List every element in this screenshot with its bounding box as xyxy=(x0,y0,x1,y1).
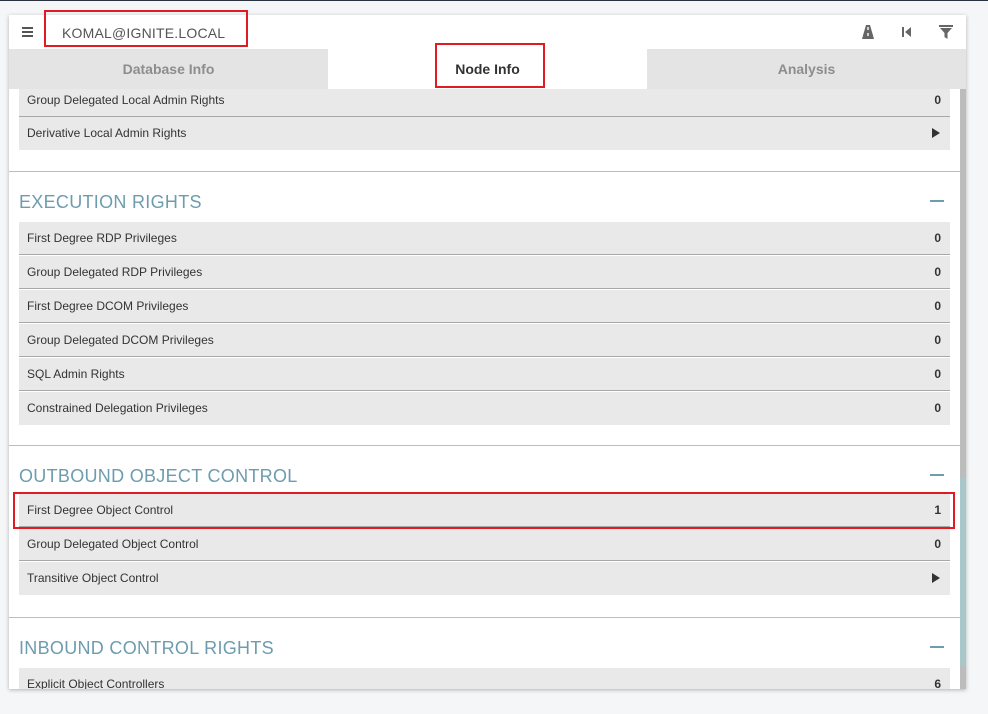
row-value: 0 xyxy=(934,231,941,245)
tab-node-info[interactable]: Node Info xyxy=(328,49,647,89)
collapse-outbound-control-button[interactable] xyxy=(929,467,945,483)
row-value: 0 xyxy=(934,299,941,313)
collapse-inbound-control-button[interactable] xyxy=(929,639,945,655)
row-label: Explicit Object Controllers xyxy=(27,677,165,689)
window-top-edge xyxy=(0,0,988,1)
row-group-delegated-dcom[interactable]: Group Delegated DCOM Privileges 0 xyxy=(19,324,950,357)
row-first-degree-dcom[interactable]: First Degree DCOM Privileges 0 xyxy=(19,290,950,323)
menu-button[interactable] xyxy=(18,21,38,43)
section-divider xyxy=(9,171,960,172)
collapse-execution-rights-button[interactable] xyxy=(929,193,945,209)
section-title-execution-rights: EXECUTION RIGHTS xyxy=(19,192,202,212)
row-label: First Degree DCOM Privileges xyxy=(27,299,189,313)
back-button[interactable] xyxy=(898,23,916,41)
node-info-content[interactable]: Group Delegated Local Admin Rights 0 Der… xyxy=(9,89,966,689)
expand-arrow-icon[interactable] xyxy=(932,128,940,138)
row-label: Group Delegated Object Control xyxy=(27,537,199,551)
section-title-outbound-control: OUTBOUND OBJECT CONTROL xyxy=(19,466,298,486)
row-first-degree-rdp[interactable]: First Degree RDP Privileges 0 xyxy=(19,222,950,255)
row-value: 1 xyxy=(934,503,941,517)
minus-icon xyxy=(930,646,944,648)
row-label: Group Delegated DCOM Privileges xyxy=(27,333,214,347)
filter-icon xyxy=(939,25,953,39)
row-first-degree-object-control[interactable]: First Degree Object Control 1 xyxy=(19,494,950,527)
tab-bar: Database Info Node Info Analysis xyxy=(9,49,966,89)
section-divider xyxy=(9,617,960,618)
row-value: 0 xyxy=(934,265,941,279)
hamburger-icon xyxy=(22,31,33,33)
pathfinding-icon xyxy=(862,25,874,39)
row-sql-admin[interactable]: SQL Admin Rights 0 xyxy=(19,358,950,391)
filter-button[interactable] xyxy=(937,23,955,41)
back-icon xyxy=(902,27,911,37)
section-title-inbound-control: INBOUND CONTROL RIGHTS xyxy=(19,638,274,658)
row-value: 0 xyxy=(934,401,941,415)
minus-icon xyxy=(930,200,944,202)
row-explicit-object-controllers[interactable]: Explicit Object Controllers 6 xyxy=(19,668,950,689)
row-constrained-delegation[interactable]: Constrained Delegation Privileges 0 xyxy=(19,392,950,425)
row-value: 0 xyxy=(934,93,941,107)
row-derivative-local-admin[interactable]: Derivative Local Admin Rights xyxy=(19,117,950,150)
row-value: 6 xyxy=(934,677,941,689)
row-value: 0 xyxy=(934,333,941,347)
row-group-delegated-local-admin[interactable]: Group Delegated Local Admin Rights 0 xyxy=(19,89,950,117)
tab-database-info[interactable]: Database Info xyxy=(9,49,328,89)
node-info-panel: Database Info Node Info Analysis Group D… xyxy=(9,15,966,689)
hamburger-icon xyxy=(22,27,33,29)
scrollbar-thumb[interactable] xyxy=(960,478,966,666)
row-label: Group Delegated Local Admin Rights xyxy=(27,93,225,107)
tab-analysis[interactable]: Analysis xyxy=(647,49,966,89)
minus-icon xyxy=(930,474,944,476)
row-label: First Degree Object Control xyxy=(27,503,174,517)
pathfinding-button[interactable] xyxy=(859,23,877,41)
row-label: Group Delegated RDP Privileges xyxy=(27,265,203,279)
row-label: Derivative Local Admin Rights xyxy=(27,126,187,140)
row-label: Transitive Object Control xyxy=(27,571,159,585)
row-label: SQL Admin Rights xyxy=(27,367,125,381)
expand-arrow-icon[interactable] xyxy=(932,573,940,583)
row-label: Constrained Delegation Privileges xyxy=(27,401,208,415)
row-value: 0 xyxy=(934,367,941,381)
row-transitive-object-control[interactable]: Transitive Object Control xyxy=(19,562,950,595)
row-group-delegated-object-control[interactable]: Group Delegated Object Control 0 xyxy=(19,528,950,561)
row-value: 0 xyxy=(934,537,941,551)
hamburger-icon xyxy=(22,35,33,37)
row-label: First Degree RDP Privileges xyxy=(27,231,177,245)
search-header xyxy=(9,15,966,49)
section-divider xyxy=(9,445,960,446)
row-group-delegated-rdp[interactable]: Group Delegated RDP Privileges 0 xyxy=(19,256,950,289)
search-input[interactable] xyxy=(60,18,244,48)
